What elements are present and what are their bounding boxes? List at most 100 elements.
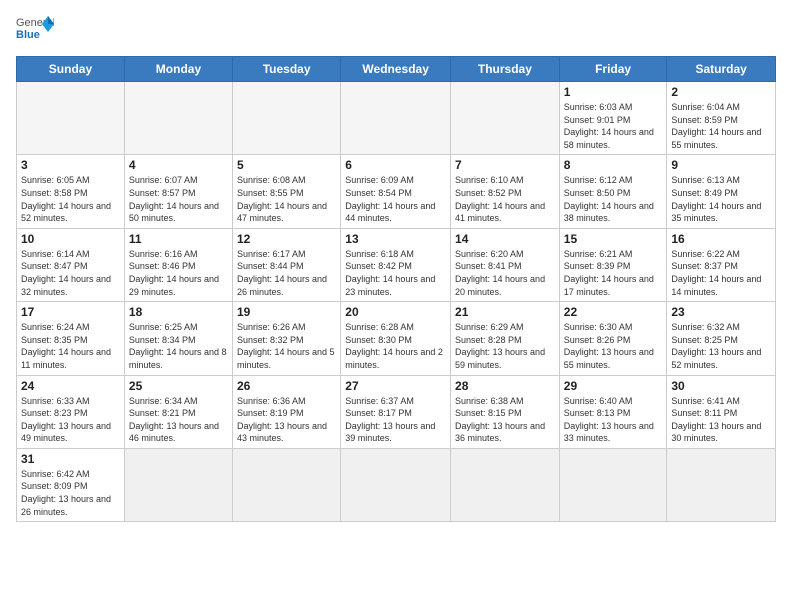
day-info: Sunrise: 6:14 AMSunset: 8:47 PMDaylight:… [21,248,120,298]
day-number: 27 [345,379,446,393]
calendar-cell: 22 Sunrise: 6:30 AMSunset: 8:26 PMDayligh… [559,302,667,375]
day-info: Sunrise: 6:13 AMSunset: 8:49 PMDaylight:… [671,174,771,224]
day-info: Sunrise: 6:33 AMSunset: 8:23 PMDaylight:… [21,395,120,445]
day-info: Sunrise: 6:30 AMSunset: 8:26 PMDaylight:… [564,321,663,371]
day-number: 12 [237,232,336,246]
calendar-cell: 4 Sunrise: 6:07 AMSunset: 8:57 PMDaylight… [124,155,232,228]
day-number: 24 [21,379,120,393]
day-number: 2 [671,85,771,99]
calendar-cell [17,82,125,155]
day-info: Sunrise: 6:24 AMSunset: 8:35 PMDaylight:… [21,321,120,371]
calendar-week-row: 31 Sunrise: 6:42 AMSunset: 8:09 PMDayligh… [17,448,776,521]
calendar-cell: 24 Sunrise: 6:33 AMSunset: 8:23 PMDayligh… [17,375,125,448]
day-number: 4 [129,158,228,172]
calendar-week-row: 1 Sunrise: 6:03 AMSunset: 9:01 PMDaylight… [17,82,776,155]
calendar-cell: 11 Sunrise: 6:16 AMSunset: 8:46 PMDayligh… [124,228,232,301]
day-number: 5 [237,158,336,172]
calendar-cell: 12 Sunrise: 6:17 AMSunset: 8:44 PMDayligh… [233,228,341,301]
day-info: Sunrise: 6:09 AMSunset: 8:54 PMDaylight:… [345,174,446,224]
day-number: 22 [564,305,663,319]
calendar-cell: 14 Sunrise: 6:20 AMSunset: 8:41 PMDayligh… [451,228,560,301]
day-number: 17 [21,305,120,319]
day-number: 13 [345,232,446,246]
day-info: Sunrise: 6:20 AMSunset: 8:41 PMDaylight:… [455,248,555,298]
calendar-cell [451,448,560,521]
calendar-cell: 15 Sunrise: 6:21 AMSunset: 8:39 PMDayligh… [559,228,667,301]
calendar-cell [124,82,232,155]
calendar-cell: 27 Sunrise: 6:37 AMSunset: 8:17 PMDayligh… [341,375,451,448]
day-number: 28 [455,379,555,393]
day-number: 25 [129,379,228,393]
calendar-week-row: 17 Sunrise: 6:24 AMSunset: 8:35 PMDayligh… [17,302,776,375]
calendar-cell [124,448,232,521]
calendar-cell [233,448,341,521]
calendar-cell: 31 Sunrise: 6:42 AMSunset: 8:09 PMDayligh… [17,448,125,521]
calendar-cell: 10Sunrise: 6:14 AMSunset: 8:47 PMDayligh… [17,228,125,301]
calendar-cell: 1 Sunrise: 6:03 AMSunset: 9:01 PMDaylight… [559,82,667,155]
calendar-cell: 8 Sunrise: 6:12 AMSunset: 8:50 PMDaylight… [559,155,667,228]
day-info: Sunrise: 6:40 AMSunset: 8:13 PMDaylight:… [564,395,663,445]
calendar-cell: 23Sunrise: 6:32 AMSunset: 8:25 PMDayligh… [667,302,776,375]
calendar-cell: 16 Sunrise: 6:22 AMSunset: 8:37 PMDayligh… [667,228,776,301]
day-info: Sunrise: 6:05 AMSunset: 8:58 PMDaylight:… [21,174,120,224]
day-number: 11 [129,232,228,246]
day-number: 23 [671,305,771,319]
day-number: 14 [455,232,555,246]
calendar-week-row: 24 Sunrise: 6:33 AMSunset: 8:23 PMDayligh… [17,375,776,448]
day-number: 7 [455,158,555,172]
day-number: 31 [21,452,120,466]
calendar-cell [341,448,451,521]
day-number: 1 [564,85,663,99]
day-number: 16 [671,232,771,246]
day-info: Sunrise: 6:10 AMSunset: 8:52 PMDaylight:… [455,174,555,224]
calendar-cell: 29 Sunrise: 6:40 AMSunset: 8:13 PMDayligh… [559,375,667,448]
calendar-cell: 5 Sunrise: 6:08 AMSunset: 8:55 PMDaylight… [233,155,341,228]
calendar-cell: 9 Sunrise: 6:13 AMSunset: 8:49 PMDaylight… [667,155,776,228]
day-info: Sunrise: 6:12 AMSunset: 8:50 PMDaylight:… [564,174,663,224]
day-info: Sunrise: 6:26 AMSunset: 8:32 PMDaylight:… [237,321,336,371]
weekday-header-friday: Friday [559,57,667,82]
day-info: Sunrise: 6:22 AMSunset: 8:37 PMDaylight:… [671,248,771,298]
day-number: 21 [455,305,555,319]
day-info: Sunrise: 6:41 AMSunset: 8:11 PMDaylight:… [671,395,771,445]
day-info: Sunrise: 6:03 AMSunset: 9:01 PMDaylight:… [564,101,663,151]
header: General Blue [16,12,776,50]
page: General Blue SundayMondayTuesdayWednesda… [0,0,792,612]
day-number: 29 [564,379,663,393]
day-number: 20 [345,305,446,319]
day-info: Sunrise: 6:04 AMSunset: 8:59 PMDaylight:… [671,101,771,151]
calendar-table: SundayMondayTuesdayWednesdayThursdayFrid… [16,56,776,522]
calendar-cell [451,82,560,155]
day-number: 30 [671,379,771,393]
day-info: Sunrise: 6:21 AMSunset: 8:39 PMDaylight:… [564,248,663,298]
day-info: Sunrise: 6:36 AMSunset: 8:19 PMDaylight:… [237,395,336,445]
day-info: Sunrise: 6:16 AMSunset: 8:46 PMDaylight:… [129,248,228,298]
day-number: 8 [564,158,663,172]
day-info: Sunrise: 6:17 AMSunset: 8:44 PMDaylight:… [237,248,336,298]
day-number: 26 [237,379,336,393]
calendar-cell: 7 Sunrise: 6:10 AMSunset: 8:52 PMDaylight… [451,155,560,228]
logo: General Blue [16,12,54,50]
weekday-header-sunday: Sunday [17,57,125,82]
day-info: Sunrise: 6:08 AMSunset: 8:55 PMDaylight:… [237,174,336,224]
calendar-cell [341,82,451,155]
calendar-cell: 3Sunrise: 6:05 AMSunset: 8:58 PMDaylight… [17,155,125,228]
day-number: 9 [671,158,771,172]
calendar-cell: 25 Sunrise: 6:34 AMSunset: 8:21 PMDayligh… [124,375,232,448]
day-info: Sunrise: 6:38 AMSunset: 8:15 PMDaylight:… [455,395,555,445]
weekday-header-tuesday: Tuesday [233,57,341,82]
generalblue-logo-svg: General Blue [16,12,54,50]
day-info: Sunrise: 6:34 AMSunset: 8:21 PMDaylight:… [129,395,228,445]
weekday-header-wednesday: Wednesday [341,57,451,82]
calendar-week-row: 3Sunrise: 6:05 AMSunset: 8:58 PMDaylight… [17,155,776,228]
day-info: Sunrise: 6:42 AMSunset: 8:09 PMDaylight:… [21,468,120,518]
svg-text:Blue: Blue [16,29,40,41]
day-number: 19 [237,305,336,319]
day-number: 6 [345,158,446,172]
day-info: Sunrise: 6:37 AMSunset: 8:17 PMDaylight:… [345,395,446,445]
day-number: 15 [564,232,663,246]
calendar-cell: 17 Sunrise: 6:24 AMSunset: 8:35 PMDayligh… [17,302,125,375]
calendar-cell: 13Sunrise: 6:18 AMSunset: 8:42 PMDayligh… [341,228,451,301]
day-number: 18 [129,305,228,319]
day-info: Sunrise: 6:07 AMSunset: 8:57 PMDaylight:… [129,174,228,224]
